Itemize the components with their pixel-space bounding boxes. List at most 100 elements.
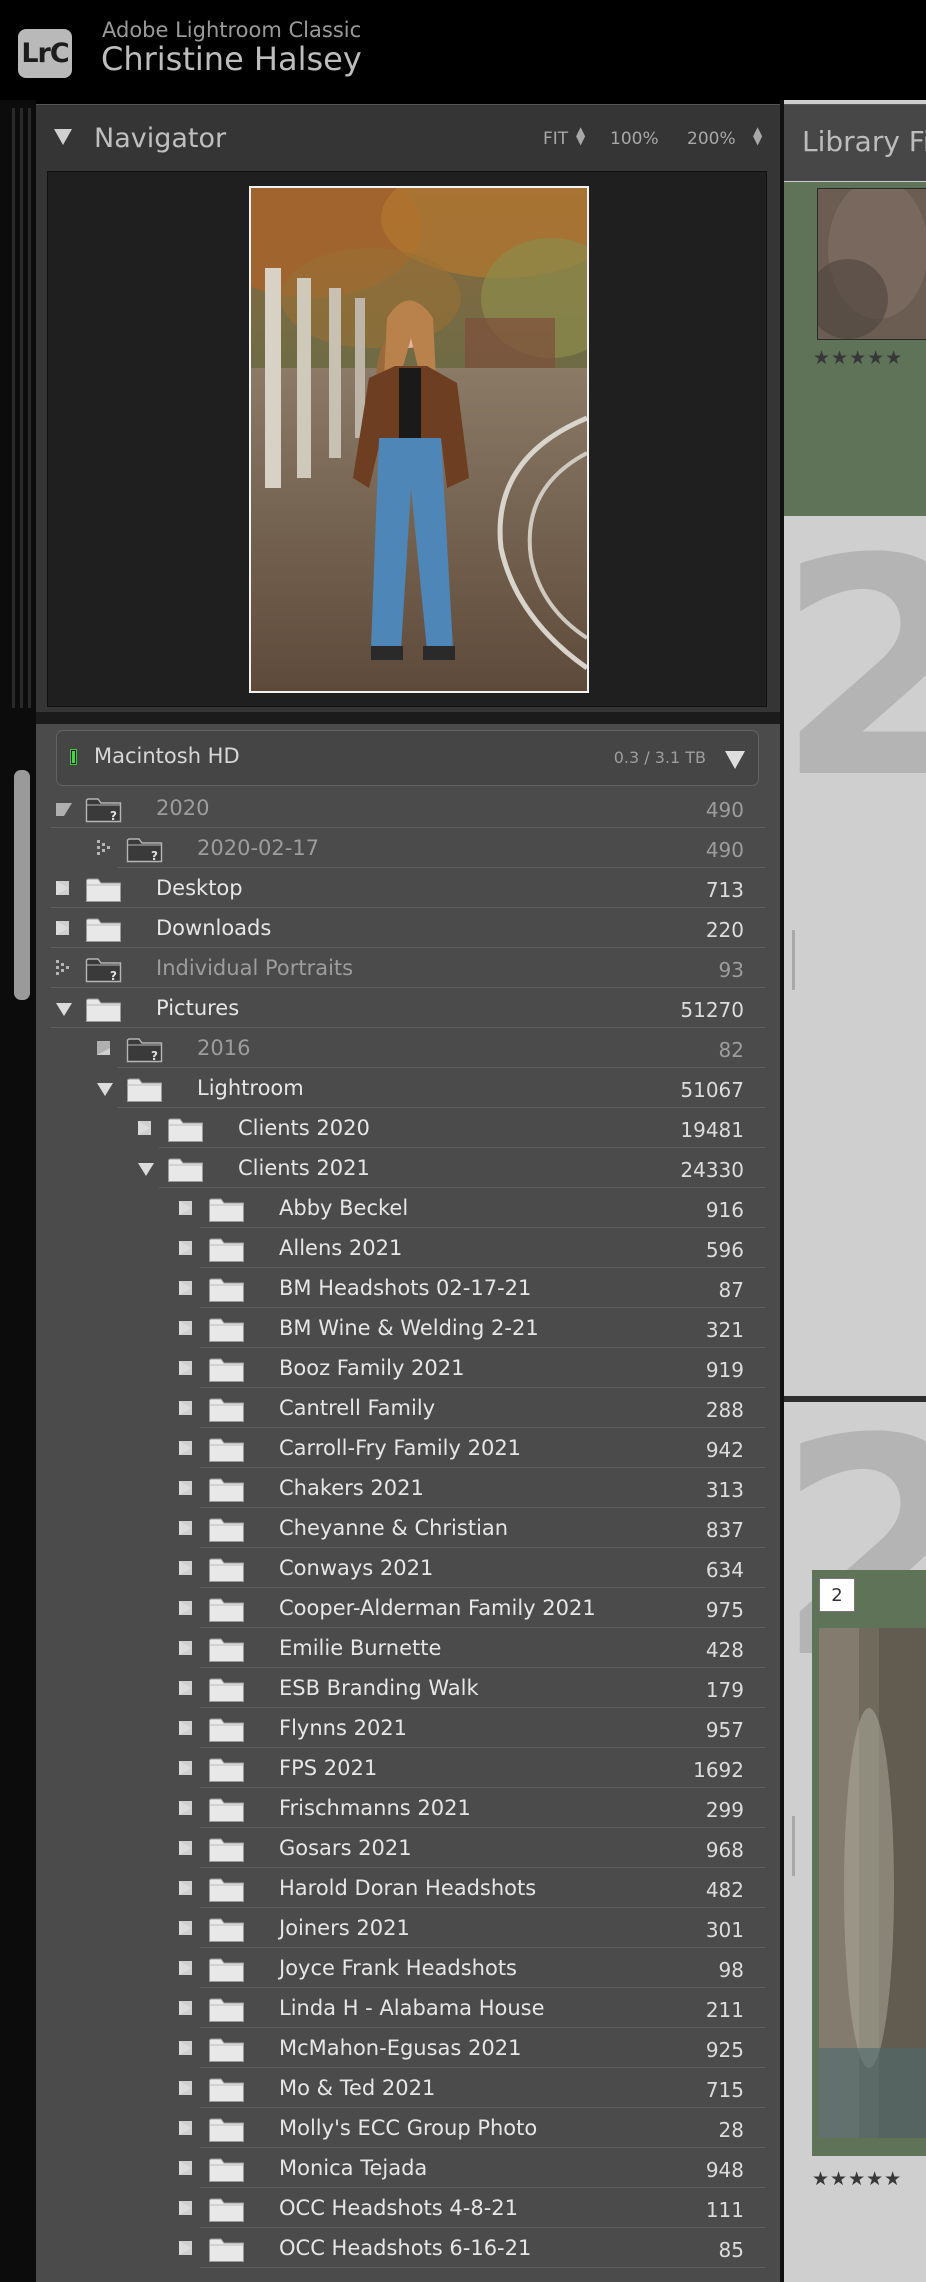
zoom-100-option[interactable]: 100% <box>610 129 659 149</box>
folder-row[interactable]: ? Individual Portraits 93 <box>36 948 780 988</box>
folder-row[interactable]: OCC Headshots 6-16-21 85 <box>36 2228 780 2268</box>
volume-header[interactable]: Macintosh HD 0.3 / 3.1 TB <box>56 730 759 786</box>
triangle-right-icon[interactable] <box>179 2121 192 2135</box>
triangle-right-icon[interactable] <box>179 2081 192 2095</box>
triangle-right-icon[interactable] <box>179 1761 192 1775</box>
dotted-expander-icon[interactable] <box>97 840 111 856</box>
triangle-right-icon[interactable] <box>179 1441 192 1455</box>
triangle-right-icon[interactable] <box>179 2241 192 2255</box>
folder-row[interactable]: ? 2020 490 <box>36 788 780 828</box>
resize-grip[interactable] <box>792 930 795 990</box>
folder-row[interactable]: ? 2016 82 <box>36 1028 780 1068</box>
triangle-right-icon[interactable] <box>179 1601 192 1615</box>
folder-row[interactable]: Clients 2021 24330 <box>36 1148 780 1188</box>
folder-row[interactable]: Chakers 2021 313 <box>36 1468 780 1508</box>
grid-cell-selected[interactable]: ★★★★★ <box>784 182 926 516</box>
triangle-right-icon[interactable] <box>179 1521 192 1535</box>
dotted-expander-icon[interactable] <box>56 960 70 976</box>
folder-row[interactable]: Desktop 713 <box>36 868 780 908</box>
triangle-right-icon[interactable] <box>179 2001 192 2015</box>
triangle-right-icon[interactable] <box>179 1801 192 1815</box>
triangle-down-icon[interactable] <box>97 1083 113 1096</box>
triangle-right-icon[interactable] <box>179 1401 192 1415</box>
grid-thumbnail[interactable] <box>817 188 926 340</box>
triangle-right-icon[interactable] <box>179 1561 192 1575</box>
zoom-200-option[interactable]: 200% <box>687 129 736 149</box>
folder-row[interactable]: OCC Headshots 4-8-21 111 <box>36 2188 780 2228</box>
folder-row[interactable]: Mo & Ted 2021 715 <box>36 2068 780 2108</box>
triangle-right-icon[interactable] <box>56 921 69 935</box>
folder-row[interactable]: Gosars 2021 968 <box>36 1828 780 1868</box>
volume-menu-triangle-icon[interactable] <box>725 751 745 769</box>
folder-row[interactable]: BM Headshots 02-17-21 87 <box>36 1268 780 1308</box>
folder-row[interactable]: Linda H - Alabama House 211 <box>36 1988 780 2028</box>
triangle-right-icon[interactable] <box>179 1361 192 1375</box>
folder-row[interactable]: Frischmanns 2021 299 <box>36 1788 780 1828</box>
triangle-right-icon[interactable] <box>179 1721 192 1735</box>
triangle-right-icon[interactable] <box>179 1681 192 1695</box>
collapse-triangle-icon[interactable] <box>54 129 72 145</box>
triangle-right-icon[interactable] <box>179 1281 192 1295</box>
rating-stars[interactable]: ★★★★★ <box>813 347 903 369</box>
triangle-down-icon[interactable] <box>138 1163 154 1176</box>
triangle-right-icon[interactable] <box>97 1041 110 1055</box>
triangle-right-icon[interactable] <box>179 1201 192 1215</box>
folder-row[interactable]: Joyce Frank Headshots 98 <box>36 1948 780 1988</box>
folder-name: BM Wine & Welding 2-21 <box>279 1316 539 1340</box>
triangle-right-icon[interactable] <box>138 1121 151 1135</box>
triangle-right-icon[interactable] <box>179 1321 192 1335</box>
folder-row[interactable]: Lightroom 51067 <box>36 1068 780 1108</box>
folder-row[interactable]: Flynns 2021 957 <box>36 1708 780 1748</box>
left-panel-scrollbar[interactable] <box>14 770 30 1000</box>
updown-arrow-icon[interactable]: ▲ ▼ <box>576 125 585 146</box>
triangle-right-icon[interactable] <box>179 2041 192 2055</box>
folder-row[interactable]: Booz Family 2021 919 <box>36 1348 780 1388</box>
folder-row[interactable]: Cooper-Alderman Family 2021 975 <box>36 1588 780 1628</box>
updown-arrow-icon[interactable]: ▲ ▼ <box>753 125 762 146</box>
triangle-down-icon[interactable] <box>56 803 72 816</box>
rating-stars[interactable]: ★★★★★ <box>812 2168 902 2190</box>
triangle-down-icon[interactable] <box>56 1003 72 1016</box>
folder-row[interactable]: ESB Branding Walk 179 <box>36 1668 780 1708</box>
triangle-right-icon[interactable] <box>179 1881 192 1895</box>
folder-row[interactable]: ? 2020-02-17 490 <box>36 828 780 868</box>
folder-name: Pictures <box>156 996 240 1020</box>
library-filter-label[interactable]: Library Fi <box>802 125 926 158</box>
folder-row[interactable]: Allens 2021 596 <box>36 1228 780 1268</box>
folder-icon <box>208 1236 245 1263</box>
missing-folder-icon: ? <box>85 956 122 983</box>
folder-row[interactable]: Cantrell Family 288 <box>36 1388 780 1428</box>
folder-row[interactable]: FPS 2021 1692 <box>36 1748 780 1788</box>
resize-grip[interactable] <box>792 1816 795 1876</box>
folder-row[interactable]: Abby Beckel 916 <box>36 1188 780 1228</box>
folder-row[interactable]: Emilie Burnette 428 <box>36 1628 780 1668</box>
triangle-right-icon[interactable] <box>56 881 69 895</box>
navigator-preview[interactable] <box>47 171 767 707</box>
folder-row[interactable]: Joiners 2021 301 <box>36 1908 780 1948</box>
folder-row[interactable]: Clients 2020 19481 <box>36 1108 780 1148</box>
triangle-right-icon[interactable] <box>179 1641 192 1655</box>
triangle-right-icon[interactable] <box>179 1241 192 1255</box>
folder-row[interactable]: McMahon-Egusas 2021 925 <box>36 2028 780 2068</box>
folder-row[interactable]: Conways 2021 634 <box>36 1548 780 1588</box>
folder-row[interactable]: Monica Tejada 948 <box>36 2148 780 2188</box>
folder-row[interactable]: BM Wine & Welding 2-21 321 <box>36 1308 780 1348</box>
navigator-title[interactable]: Navigator <box>94 123 226 154</box>
folder-row[interactable]: Pictures 51270 <box>36 988 780 1028</box>
folder-row[interactable]: Molly's ECC Group Photo 28 <box>36 2108 780 2148</box>
folder-count: 482 <box>705 1878 744 1902</box>
zoom-fit-option[interactable]: FIT <box>543 129 568 149</box>
folder-row[interactable]: Cheyanne & Christian 837 <box>36 1508 780 1548</box>
triangle-right-icon[interactable] <box>179 1921 192 1935</box>
folder-row[interactable]: Downloads 220 <box>36 908 780 948</box>
triangle-right-icon[interactable] <box>179 1961 192 1975</box>
folder-row[interactable]: Harold Doran Headshots 482 <box>36 1868 780 1908</box>
triangle-right-icon[interactable] <box>179 1481 192 1495</box>
grid-thumbnail[interactable] <box>819 1628 926 2138</box>
folder-count: 98 <box>718 1958 744 1982</box>
triangle-right-icon[interactable] <box>179 2201 192 2215</box>
triangle-right-icon[interactable] <box>179 2161 192 2175</box>
folder-row[interactable]: Carroll-Fry Family 2021 942 <box>36 1428 780 1468</box>
grid-cell-selected[interactable]: 2 <box>812 1570 926 2156</box>
triangle-right-icon[interactable] <box>179 1841 192 1855</box>
